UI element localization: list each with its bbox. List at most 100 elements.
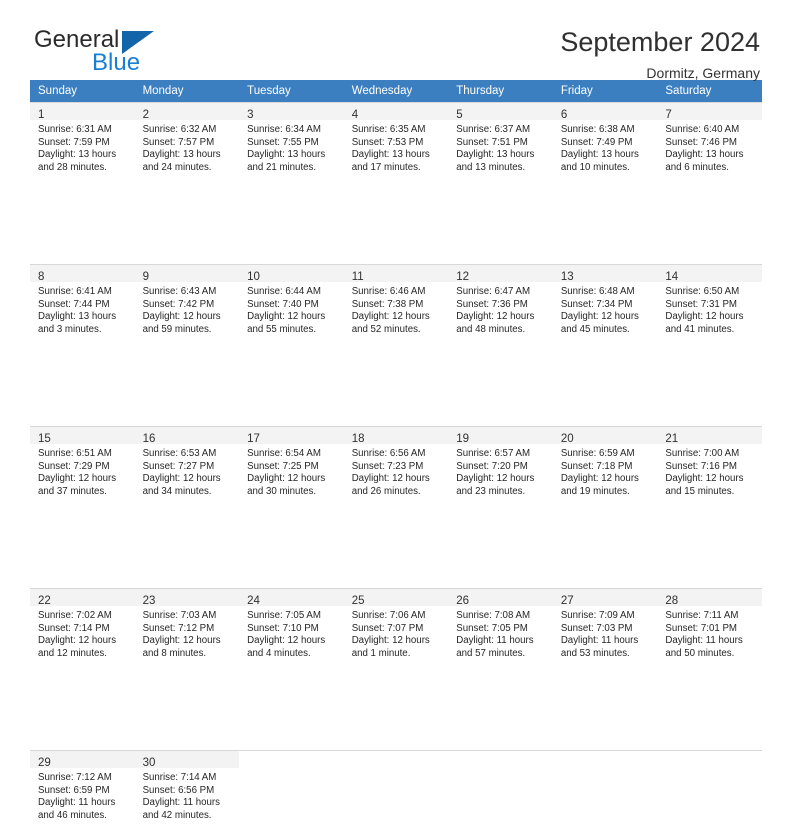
daylight-text-line1: Daylight: 12 hours <box>456 473 535 485</box>
daylight-text-line1: Daylight: 12 hours <box>142 311 221 323</box>
daylight-text-line1: Daylight: 13 hours <box>247 149 326 161</box>
sunset-text: Sunset: 7:44 PM <box>38 298 110 310</box>
sunset-text: Sunset: 7:18 PM <box>560 460 633 472</box>
weekday-header-thursday: Thursday <box>448 80 553 102</box>
sunrise-text: Sunrise: 6:41 AM <box>38 286 112 297</box>
day-cell[interactable]: 14 Sunrise: 6:50 AM Sunset: 7:31 PM Dayligh… <box>657 264 762 345</box>
sunrise-text: Sunrise: 6:37 AM <box>456 124 531 135</box>
day-cell[interactable]: 12 Sunrise: 6:47 AM Sunset: 7:36 PM Dayligh… <box>448 264 553 345</box>
sunset-text: Sunset: 7:31 PM <box>665 298 737 310</box>
day-cell[interactable]: 1 Sunrise: 6:31 AM Sunset: 7:59 PM Daylight… <box>30 102 135 183</box>
day-number: 25 <box>351 595 365 607</box>
calendar-week-row: 15 Sunrise: 6:51 AM Sunset: 7:29 PM Dayligh… <box>30 426 762 507</box>
day-cell[interactable]: 26 Sunrise: 7:08 AM Sunset: 7:05 PM Dayligh… <box>448 588 553 669</box>
sunset-text: Sunset: 7:46 PM <box>665 136 737 148</box>
sunset-text: Sunset: 7:36 PM <box>456 298 528 310</box>
sunset-text: Sunset: 7:38 PM <box>351 298 424 310</box>
day-cell[interactable]: 9 Sunrise: 6:43 AM Sunset: 7:42 PM Daylight… <box>134 264 240 345</box>
day-cell[interactable]: 2 Sunrise: 6:32 AM Sunset: 7:57 PM Daylight… <box>134 102 240 183</box>
day-cell[interactable]: 5 Sunrise: 6:37 AM Sunset: 7:51 PM Daylight… <box>448 102 553 183</box>
general-blue-logo[interactable]: General Blue <box>30 28 180 80</box>
daylight-text-line1: Daylight: 12 hours <box>351 473 430 485</box>
daylight-text-line2: and 3 minutes. <box>38 323 102 335</box>
day-number: 5 <box>456 109 463 121</box>
day-cell-empty <box>448 750 553 831</box>
sunrise-text: Sunrise: 6:53 AM <box>142 448 217 459</box>
day-number: 26 <box>456 595 470 607</box>
daylight-text-line2: and 55 minutes. <box>247 323 317 335</box>
day-cell[interactable]: 13 Sunrise: 6:48 AM Sunset: 7:34 PM Dayligh… <box>552 264 658 345</box>
sunrise-text: Sunrise: 6:40 AM <box>665 124 740 135</box>
sunset-text: Sunset: 7:34 PM <box>560 298 633 310</box>
day-number: 8 <box>38 271 45 283</box>
sunset-text: Sunset: 7:16 PM <box>665 460 737 472</box>
day-cell[interactable]: 30 Sunrise: 7:14 AM Sunset: 6:56 PM Dayligh… <box>134 750 240 831</box>
day-cell[interactable]: 16 Sunrise: 6:53 AM Sunset: 7:27 PM Dayligh… <box>134 426 240 507</box>
sunset-text: Sunset: 6:56 PM <box>142 784 215 796</box>
day-cell[interactable]: 20 Sunrise: 6:59 AM Sunset: 7:18 PM Dayligh… <box>552 426 658 507</box>
day-cell[interactable]: 24 Sunrise: 7:05 AM Sunset: 7:10 PM Dayligh… <box>239 588 344 669</box>
daylight-text-line1: Daylight: 12 hours <box>38 473 117 485</box>
day-cell[interactable]: 17 Sunrise: 6:54 AM Sunset: 7:25 PM Dayligh… <box>239 426 344 507</box>
page-header: General Blue September 2024 Dormitz, Ger… <box>30 0 762 81</box>
sunset-text: Sunset: 7:55 PM <box>247 136 319 148</box>
day-number: 22 <box>38 595 51 607</box>
daylight-text-line2: and 19 minutes. <box>560 485 630 497</box>
sunset-text: Sunset: 7:27 PM <box>142 460 215 472</box>
weekday-header-monday: Monday <box>134 80 240 102</box>
day-cell[interactable]: 10 Sunrise: 6:44 AM Sunset: 7:40 PM Dayligh… <box>239 264 344 345</box>
day-number: 18 <box>351 433 365 445</box>
daylight-text-line2: and 1 minute. <box>351 647 411 659</box>
sunrise-text: Sunrise: 6:51 AM <box>38 448 112 459</box>
day-cell[interactable]: 7 Sunrise: 6:40 AM Sunset: 7:46 PM Daylight… <box>657 102 762 183</box>
sunrise-text: Sunrise: 6:44 AM <box>247 286 321 297</box>
day-cell[interactable]: 22 Sunrise: 7:02 AM Sunset: 7:14 PM Dayligh… <box>30 588 135 669</box>
sunset-text: Sunset: 7:05 PM <box>456 622 528 634</box>
sunrise-text: Sunrise: 6:59 AM <box>560 448 635 459</box>
daylight-text-line2: and 12 minutes. <box>38 647 107 659</box>
sunset-text: Sunset: 7:25 PM <box>247 460 319 472</box>
day-cell[interactable]: 19 Sunrise: 6:57 AM Sunset: 7:20 PM Dayligh… <box>448 426 553 507</box>
daylight-text-line1: Daylight: 12 hours <box>38 635 117 647</box>
weekday-header-friday: Friday <box>552 80 658 102</box>
day-cell[interactable]: 11 Sunrise: 6:46 AM Sunset: 7:38 PM Dayligh… <box>343 264 449 345</box>
day-cell[interactable]: 8 Sunrise: 6:41 AM Sunset: 7:44 PM Daylight… <box>30 264 135 345</box>
day-number: 29 <box>38 757 51 769</box>
sunrise-text: Sunrise: 6:35 AM <box>351 124 426 135</box>
day-number: 16 <box>142 433 156 445</box>
day-cell[interactable]: 18 Sunrise: 6:56 AM Sunset: 7:23 PM Dayligh… <box>343 426 449 507</box>
day-number: 7 <box>665 109 672 121</box>
page-title: September 2024 <box>560 27 760 57</box>
sunset-text: Sunset: 6:59 PM <box>38 784 110 796</box>
sunrise-text: Sunrise: 6:34 AM <box>247 124 321 135</box>
day-cell[interactable]: 28 Sunrise: 7:11 AM Sunset: 7:01 PM Dayligh… <box>657 588 762 669</box>
day-number: 9 <box>142 271 149 283</box>
daylight-text-line1: Daylight: 11 hours <box>665 635 743 647</box>
day-number: 1 <box>38 109 45 121</box>
day-cell[interactable]: 25 Sunrise: 7:06 AM Sunset: 7:07 PM Dayligh… <box>343 588 449 669</box>
sunrise-text: Sunrise: 7:00 AM <box>665 448 740 459</box>
day-cell[interactable]: 23 Sunrise: 7:03 AM Sunset: 7:12 PM Dayligh… <box>134 588 240 669</box>
daylight-text-line2: and 57 minutes. <box>456 647 526 659</box>
daylight-text-line2: and 53 minutes. <box>560 647 630 659</box>
day-cell[interactable]: 29 Sunrise: 7:12 AM Sunset: 6:59 PM Dayligh… <box>30 750 135 831</box>
sunset-text: Sunset: 7:59 PM <box>38 136 110 148</box>
weekday-header-wednesday: Wednesday <box>343 80 449 102</box>
calendar-week-row: 1 Sunrise: 6:31 AM Sunset: 7:59 PM Daylight… <box>30 102 762 183</box>
sunset-text: Sunset: 7:23 PM <box>351 460 424 472</box>
sunset-text: Sunset: 7:10 PM <box>247 622 319 634</box>
day-cell[interactable]: 4 Sunrise: 6:35 AM Sunset: 7:53 PM Daylight… <box>343 102 449 183</box>
day-cell[interactable]: 27 Sunrise: 7:09 AM Sunset: 7:03 PM Dayligh… <box>552 588 658 669</box>
sunset-text: Sunset: 7:07 PM <box>351 622 424 634</box>
day-number: 14 <box>665 271 679 283</box>
day-cell[interactable]: 3 Sunrise: 6:34 AM Sunset: 7:55 PM Daylight… <box>239 102 344 183</box>
sunrise-text: Sunrise: 7:12 AM <box>38 772 112 783</box>
day-cell[interactable]: 21 Sunrise: 7:00 AM Sunset: 7:16 PM Dayligh… <box>657 426 762 507</box>
sunset-text: Sunset: 7:57 PM <box>142 136 215 148</box>
daylight-text-line1: Daylight: 12 hours <box>665 473 744 485</box>
daylight-text-line1: Daylight: 12 hours <box>142 473 221 485</box>
sunrise-text: Sunrise: 6:54 AM <box>247 448 321 459</box>
day-cell[interactable]: 15 Sunrise: 6:51 AM Sunset: 7:29 PM Dayligh… <box>30 426 135 507</box>
daylight-text-line2: and 52 minutes. <box>351 323 421 335</box>
day-cell[interactable]: 6 Sunrise: 6:38 AM Sunset: 7:49 PM Daylight… <box>552 102 658 183</box>
